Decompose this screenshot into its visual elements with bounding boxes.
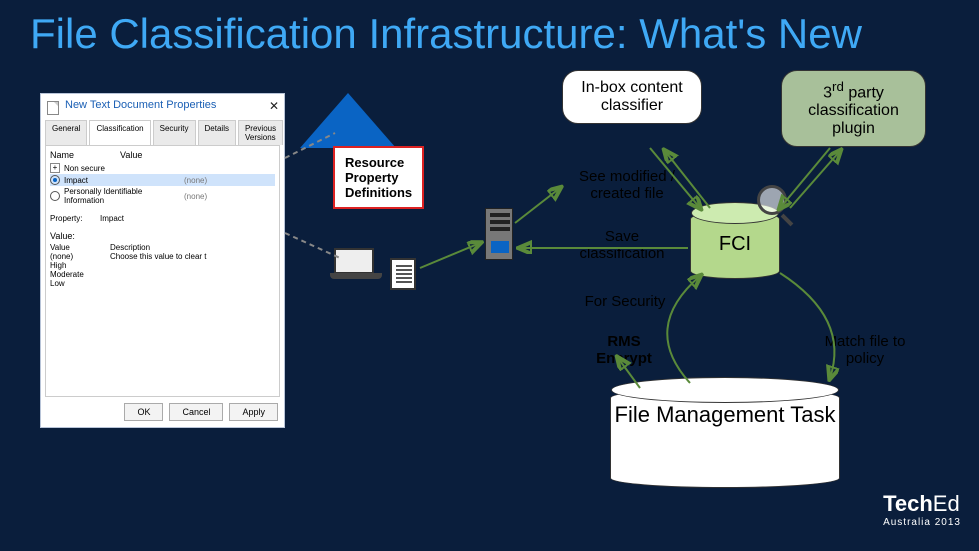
- thirdparty-plugin-node: 3rd party classification plugin: [781, 70, 926, 147]
- opt-col-value: Value: [50, 243, 110, 252]
- server-icon: [485, 208, 513, 260]
- match-policy-label: Match file to policy: [805, 333, 925, 367]
- for-security-label: For Security: [570, 293, 680, 310]
- tab-previous-versions[interactable]: Previous Versions: [238, 120, 283, 145]
- close-icon[interactable]: ✕: [269, 99, 279, 113]
- prop-row[interactable]: Impact (none): [50, 174, 275, 186]
- tab-strip: General Classification Security Details …: [45, 120, 280, 145]
- rms-encrypt-label: RMS Encrypt: [589, 333, 659, 367]
- properties-dialog: New Text Document Properties ✕ General C…: [40, 93, 285, 428]
- col-value: Value: [120, 150, 142, 160]
- file-management-task-label: File Management Task: [610, 403, 840, 427]
- prop-name: Personally Identifiable Information: [64, 187, 184, 205]
- diagram-canvas: New Text Document Properties ✕ General C…: [0, 58, 979, 538]
- prop-row[interactable]: + Non secure: [50, 162, 275, 174]
- magnifier-icon: [757, 185, 787, 215]
- value-option[interactable]: High: [50, 261, 275, 270]
- prop-name: Impact: [64, 176, 184, 185]
- cancel-button[interactable]: Cancel: [169, 403, 223, 421]
- tab-general[interactable]: General: [45, 120, 87, 145]
- property-value: Impact: [100, 214, 124, 223]
- prop-value: (none): [184, 176, 207, 185]
- see-modified-label: See modified / created file: [557, 168, 697, 202]
- value-options: Value Description (none)Choose this valu…: [50, 243, 275, 288]
- teched-brand: TechEd Australia 2013: [883, 491, 961, 528]
- fci-label: FCI: [690, 233, 780, 256]
- expand-icon[interactable]: +: [50, 163, 60, 173]
- value-option[interactable]: Low: [50, 279, 275, 288]
- resource-property-definitions-callout: Resource Property Definitions: [333, 146, 424, 209]
- col-name: Name: [50, 150, 120, 160]
- dialog-title: New Text Document Properties: [41, 94, 284, 116]
- opt-col-desc: Description: [110, 243, 150, 252]
- prop-name: Non secure: [64, 164, 184, 173]
- laptop-icon: [330, 248, 378, 282]
- inbox-classifier-node: In-box content classifier: [562, 70, 702, 124]
- radio-icon[interactable]: [50, 191, 60, 201]
- save-classification-label: Save classification: [567, 228, 677, 262]
- property-label: Property:: [50, 214, 100, 223]
- apply-button[interactable]: Apply: [229, 403, 278, 421]
- tab-details[interactable]: Details: [198, 120, 236, 145]
- page-title: File Classification Infrastructure: What…: [0, 0, 979, 58]
- ok-button[interactable]: OK: [124, 403, 163, 421]
- file-icon: [390, 258, 416, 290]
- tab-classification[interactable]: Classification: [89, 120, 150, 145]
- value-option[interactable]: Moderate: [50, 270, 275, 279]
- classification-panel: Name Value + Non secure Impact (none) Pe…: [45, 145, 280, 397]
- value-option[interactable]: (none)Choose this value to clear t: [50, 252, 275, 261]
- tab-security[interactable]: Security: [153, 120, 196, 145]
- prop-row[interactable]: Personally Identifiable Information (non…: [50, 186, 275, 206]
- document-icon: [47, 101, 59, 115]
- radio-icon[interactable]: [50, 175, 60, 185]
- prop-value: (none): [184, 192, 207, 201]
- value-label: Value:: [50, 231, 275, 241]
- triangle-shape: [300, 93, 396, 148]
